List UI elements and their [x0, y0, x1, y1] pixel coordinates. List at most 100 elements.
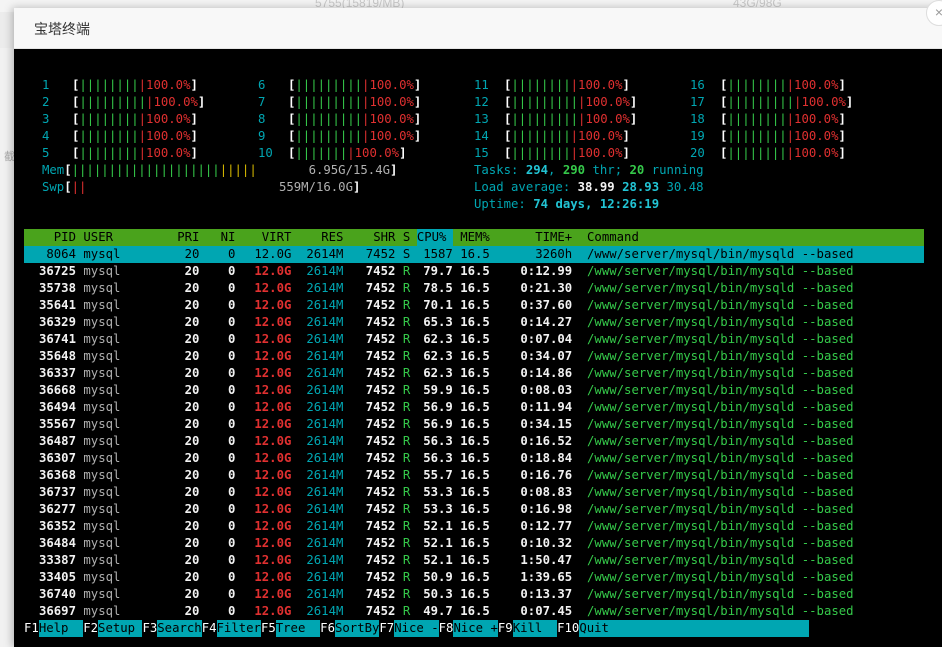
command-cell: /www/server/mysql/bin/mysqld --based — [587, 502, 854, 516]
fkey-label[interactable]: Kill — [512, 620, 558, 637]
virt-cell: 12.0G — [254, 553, 292, 567]
pid-cell: 35567 — [38, 417, 76, 431]
command-cell: /www/server/mysql/bin/mysqld --based — [587, 332, 854, 346]
fkey-f4[interactable]: F4 — [202, 621, 217, 635]
res-cell: 2614M — [306, 502, 344, 516]
table-row[interactable]: 36697 mysql 20 0 12.0G 2614M 7452 R 49.7 16.5 0… — [24, 603, 854, 620]
cpu-meter: 3 [|||||||||100.0%] — [42, 111, 198, 128]
cpu-cell: 62.3 — [423, 349, 453, 363]
shr-cell: 7452 — [365, 400, 396, 414]
fkey-f1[interactable]: F1 — [24, 621, 39, 635]
cpu-number: 2 — [42, 95, 50, 109]
user-cell: mysql — [83, 468, 121, 482]
user-cell: mysql — [83, 315, 121, 329]
table-row[interactable]: 36352 mysql 20 0 12.0G 2614M 7452 R 52.1 16.5 0… — [24, 518, 854, 535]
fkey-f3[interactable]: F3 — [142, 621, 157, 635]
sort-column-cpu: CPU% — [416, 229, 453, 246]
res-cell: 2614M — [306, 417, 344, 431]
ni-cell: 0 — [228, 400, 236, 414]
fkey-label[interactable]: Help — [38, 620, 84, 637]
ni-cell: 0 — [228, 298, 236, 312]
mem-cell: 16.5 — [460, 502, 490, 516]
mem-cell: 16.5 — [460, 434, 490, 448]
background-page-left: 截 — [0, 48, 15, 647]
state-cell: R — [402, 485, 411, 499]
fkey-label[interactable]: Quit — [579, 620, 809, 637]
fkey-f9[interactable]: F9 — [498, 621, 513, 635]
fkey-f6[interactable]: F6 — [320, 621, 335, 635]
table-row[interactable]: 35641 mysql 20 0 12.0G 2614M 7452 R 70.1 16.5 0… — [24, 297, 854, 314]
cpu-bar: |||||||| — [727, 146, 787, 160]
user-cell: mysql — [83, 400, 121, 414]
table-row[interactable]: 36494 mysql 20 0 12.0G 2614M 7452 R 56.9 16.5 0… — [24, 399, 854, 416]
meter-bracket: ] — [838, 129, 846, 143]
fkey-label[interactable]: Nice + — [453, 620, 498, 637]
mem-cell: 16.5 — [460, 536, 490, 550]
time-cell: 0:10.32 — [520, 536, 573, 550]
cpu-cell: 79.7 — [423, 264, 453, 278]
fkey-label[interactable]: Search — [157, 620, 202, 637]
res-cell: 2614M — [306, 451, 344, 465]
process-row-selected[interactable]: 8064 mysql 20 0 12.0G 2614M 7452 S 1587 16.5 32… — [24, 246, 924, 263]
table-row[interactable]: 36737 mysql 20 0 12.0G 2614M 7452 R 53.3 16.5 0… — [24, 484, 854, 501]
table-row[interactable]: 36740 mysql 20 0 12.0G 2614M 7452 R 50.3 16.5 0… — [24, 586, 854, 603]
cpu-bar-kernel: | — [570, 78, 579, 92]
fkey-f7[interactable]: F7 — [379, 621, 394, 635]
table-row[interactable]: 36329 mysql 20 0 12.0G 2614M 7452 R 65.3 16.5 0… — [24, 314, 854, 331]
mem-cell: 16.5 — [460, 383, 490, 397]
cpu-meter: 10 [||||||||100.0%] — [258, 145, 406, 162]
fkey-f5[interactable]: F5 — [261, 621, 276, 635]
table-row[interactable]: 36484 mysql 20 0 12.0G 2614M 7452 R 52.1 16.5 0… — [24, 535, 854, 552]
state-cell: R — [402, 332, 411, 346]
user-cell: mysql — [83, 519, 121, 533]
fkey-label[interactable]: SortBy — [334, 620, 380, 637]
table-row[interactable]: 36725 mysql 20 0 12.0G 2614M 7452 R 79.7 16.5 0… — [24, 263, 854, 280]
cpu-cell: 56.9 — [423, 400, 453, 414]
table-row[interactable]: 36487 mysql 20 0 12.0G 2614M 7452 R 56.3 16.5 0… — [24, 433, 854, 450]
virt-cell: 12.0G — [254, 502, 292, 516]
table-row[interactable]: 36368 mysql 20 0 12.0G 2614M 7452 R 55.7 16.5 0… — [24, 467, 854, 484]
fkey-label[interactable]: Setup — [98, 620, 143, 637]
table-row[interactable]: 35738 mysql 20 0 12.0G 2614M 7452 R 78.5 16.5 0… — [24, 280, 854, 297]
shr-cell: 7452 — [365, 519, 396, 533]
cpu-meter: 8 [||||||||||100.0%] — [258, 111, 421, 128]
terminal-screen[interactable]: 1 [|||||||||100.0%] 2 [||||||||||100.0%] 3 [|… — [14, 49, 942, 647]
state-cell: R — [402, 281, 411, 295]
pri-cell: 20 — [184, 570, 200, 584]
table-row[interactable]: 33405 mysql 20 0 12.0G 2614M 7452 R 50.9 16.5 1… — [24, 569, 854, 586]
virt-cell: 12.0G — [254, 315, 292, 329]
fkey-f2[interactable]: F2 — [83, 621, 98, 635]
meter-bracket: ] — [622, 78, 630, 92]
pid-cell: 36725 — [38, 264, 76, 278]
table-row[interactable]: 35567 mysql 20 0 12.0G 2614M 7452 R 56.9 16.5 0… — [24, 416, 854, 433]
fkey-label[interactable]: Filter — [216, 620, 261, 637]
process-table-header[interactable]: PID USER PRI NI VIRT RES SHR S CPU% MEM% TIME+ … — [24, 229, 924, 246]
fkey-label[interactable]: Tree — [275, 620, 321, 637]
table-row[interactable]: 36307 mysql 20 0 12.0G 2614M 7452 R 56.3 16.5 0… — [24, 450, 854, 467]
mem-cell: 16.5 — [460, 604, 490, 618]
res-cell: 2614M — [306, 383, 344, 397]
table-row[interactable]: 35648 mysql 20 0 12.0G 2614M 7452 R 62.3 16.5 0… — [24, 348, 854, 365]
fkey-f8[interactable]: F8 — [439, 621, 454, 635]
table-row[interactable]: 33387 mysql 20 0 12.0G 2614M 7452 R 52.1 16.5 1… — [24, 552, 854, 569]
table-row[interactable]: 36668 mysql 20 0 12.0G 2614M 7452 R 59.9 16.5 0… — [24, 382, 854, 399]
table-row[interactable]: 36277 mysql 20 0 12.0G 2614M 7452 R 53.3 16.5 0… — [24, 501, 854, 518]
pri-cell: 20 — [184, 366, 200, 380]
state-cell: R — [402, 417, 411, 431]
fkey-f10[interactable]: F10 — [557, 621, 579, 635]
cpu-bar-kernel: | — [138, 129, 147, 143]
cpu-cell: 52.1 — [423, 536, 453, 550]
mem-cell: 16.5 — [460, 264, 490, 278]
mem-cell: 16.5 — [460, 349, 490, 363]
fkey-label[interactable]: Nice - — [394, 620, 439, 637]
cpu-number: 14 — [474, 129, 489, 143]
res-cell: 2614M — [306, 570, 344, 584]
virt-cell: 12.0G — [254, 451, 292, 465]
cpu-number: 8 — [258, 112, 266, 126]
terminal-dialog: 宝塔终端 × 1 [|||||||||100.0%] 2 [||||||||||100… — [14, 0, 942, 647]
res-cell: 2614M — [306, 468, 344, 482]
state-cell: R — [402, 383, 411, 397]
time-cell: 1:50.47 — [520, 553, 573, 567]
table-row[interactable]: 36337 mysql 20 0 12.0G 2614M 7452 R 62.3 16.5 0… — [24, 365, 854, 382]
table-row[interactable]: 36741 mysql 20 0 12.0G 2614M 7452 R 62.3 16.5 0… — [24, 331, 854, 348]
